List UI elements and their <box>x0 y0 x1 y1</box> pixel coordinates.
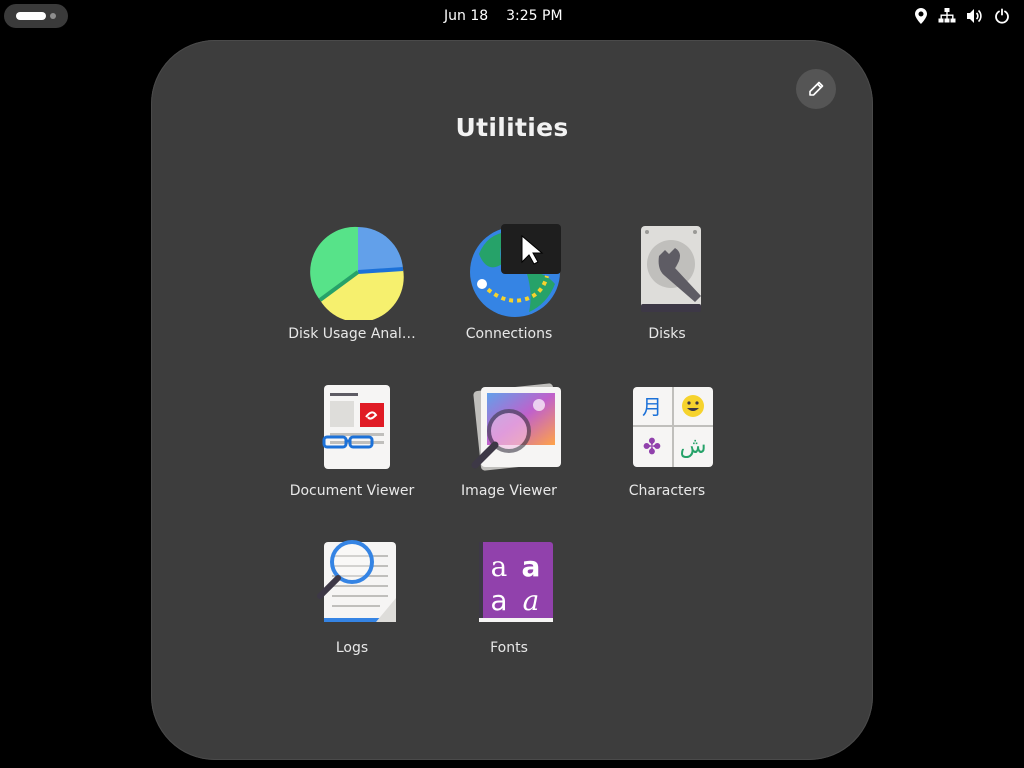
volume-icon <box>967 9 982 23</box>
app-label: Disks <box>648 326 686 342</box>
date-text: Jun 18 <box>444 8 489 24</box>
app-label: Logs <box>335 640 369 656</box>
app-logs[interactable]: Logs <box>282 534 422 674</box>
folder-title[interactable]: Utilities <box>151 113 873 142</box>
fonts-glyph-4: a <box>523 584 540 617</box>
workspace-indicator-inactive <box>50 13 56 19</box>
network-icon <box>938 8 956 23</box>
characters-glyph-moon: 月 <box>642 395 662 419</box>
app-label: Fonts <box>490 640 528 656</box>
activities-button[interactable] <box>4 4 68 28</box>
characters-icon: 月 ✤ ش <box>633 387 713 467</box>
fonts-icon: a a a a <box>479 542 553 622</box>
workspace-indicator-active <box>16 12 46 20</box>
connections-icon <box>470 224 561 317</box>
app-image-viewer[interactable]: Image Viewer <box>439 377 579 517</box>
app-label: Document Viewer <box>289 483 415 499</box>
disks-icon <box>641 226 701 312</box>
app-connections[interactable]: Connections <box>439 220 579 360</box>
logs-icon <box>317 540 396 622</box>
app-document-viewer[interactable]: Document Viewer <box>282 377 422 517</box>
fonts-glyph-1: a <box>491 550 508 583</box>
characters-glyph-flower: ✤ <box>643 435 661 460</box>
app-characters[interactable]: 月 ✤ ش Characters <box>597 377 737 517</box>
system-tray[interactable] <box>914 7 1010 25</box>
characters-glyph-arabic: ش <box>680 434 707 459</box>
fonts-glyph-3: a <box>490 584 507 617</box>
clock-button[interactable]: Jun 18 3:25 PM <box>444 0 563 32</box>
power-icon <box>995 8 1009 24</box>
top-bar: Jun 18 3:25 PM <box>0 0 1024 32</box>
fonts-glyph-2: a <box>522 550 541 583</box>
app-disk-usage-analyzer[interactable]: Disk Usage Anal… <box>282 220 422 360</box>
app-label: Image Viewer <box>461 483 557 499</box>
disk-usage-analyzer-icon <box>310 226 404 320</box>
app-folder-dialog: Utilities Disk Usage Anal… Connections D… <box>151 40 873 760</box>
app-label: Connections <box>465 326 553 342</box>
app-label: Characters <box>628 483 706 499</box>
app-label: Disk Usage Anal… <box>288 326 416 342</box>
pencil-icon <box>809 81 824 96</box>
app-fonts[interactable]: a a a a Fonts <box>439 534 579 674</box>
edit-folder-button[interactable] <box>796 69 836 109</box>
location-icon <box>915 8 927 24</box>
time-text: 3:25 PM <box>506 8 563 24</box>
document-viewer-icon <box>322 385 390 469</box>
image-viewer-icon <box>471 383 561 471</box>
app-disks[interactable]: Disks <box>597 220 737 360</box>
